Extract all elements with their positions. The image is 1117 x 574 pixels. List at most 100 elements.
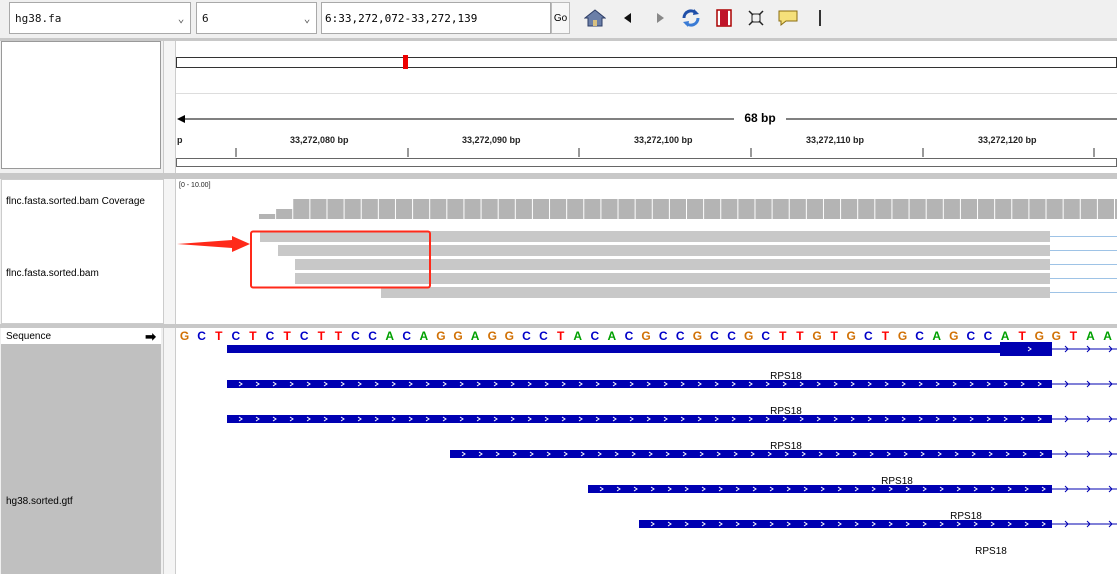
coverage-bar [498, 199, 515, 219]
refresh-icon[interactable] [680, 7, 702, 29]
coverage-bar [618, 199, 635, 219]
ruler-tick-label: 33,272,090 bp [462, 135, 521, 145]
coverage-bar [310, 199, 327, 219]
fit-window-icon[interactable] [745, 7, 767, 29]
chromosome-dropdown[interactable]: 6 ⌄ [196, 2, 317, 34]
ruler-tick-label: 33,272,080 bp [290, 135, 349, 145]
gene-cds [1000, 342, 1052, 356]
coverage-bar [789, 199, 806, 219]
sequence-track-name: Sequence [6, 331, 52, 342]
coverage-bar [687, 199, 704, 219]
coverage-bar [1063, 199, 1080, 219]
coverage-bar [978, 199, 995, 219]
locus-input[interactable]: 6:33,272,072-33,272,139 [321, 2, 551, 34]
popup-text-icon[interactable] [777, 7, 799, 29]
coverage-bar [960, 199, 978, 219]
ruler-tick-label: 33,272,100 bp [634, 135, 693, 145]
attribute-gutter [163, 328, 176, 574]
coverage-bar [635, 199, 652, 219]
current-region-marker [403, 55, 408, 69]
coverage-bar [550, 199, 567, 219]
toolbar: hg38.fa ⌄ 6 ⌄ 6:33,272,072-33,272,139 Go [0, 0, 1117, 38]
coverage-bar [858, 199, 875, 219]
coverage-bar [806, 199, 823, 219]
coverage-bar [875, 199, 892, 219]
gene-exon [227, 380, 1052, 388]
go-button[interactable]: Go [551, 2, 570, 34]
coverage-bar [995, 199, 1012, 219]
chevron-down-icon[interactable]: ⌄ [172, 3, 190, 33]
aligned-read [381, 287, 1050, 298]
coverage-bar [430, 199, 447, 219]
coverage-bar [276, 209, 293, 219]
coverage-bar [943, 199, 960, 219]
attribute-gutter [163, 179, 176, 324]
coverage-bar [532, 199, 550, 219]
coverage-bar [259, 214, 276, 219]
back-icon[interactable] [617, 7, 639, 29]
coverage-bar [378, 199, 395, 219]
gene-exon [588, 485, 1052, 493]
feature-panel: GCTCTCTCTTCCACAGGAGGCCTACACGCCGCCGCTTGTG… [176, 328, 1117, 574]
feature-name-panel: Sequence ➡ hg38.sorted.gtf [1, 328, 161, 574]
annotation-arrow-icon [177, 236, 250, 252]
forward-icon[interactable] [649, 7, 671, 29]
gene-exon [639, 520, 1052, 528]
coverage-bar [447, 199, 464, 219]
coverage-bar [1097, 199, 1114, 219]
gtf-track-name[interactable]: hg38.sorted.gtf [6, 496, 73, 507]
chromosome-ideogram[interactable] [176, 57, 1117, 68]
coverage-track-name[interactable]: flnc.fasta.sorted.bam Coverage [6, 196, 145, 207]
coverage-bar [293, 199, 310, 219]
coverage-bar [1012, 199, 1029, 219]
region-of-interest-icon[interactable] [713, 7, 735, 29]
coverage-bar [892, 199, 909, 219]
coverage-bar [772, 199, 789, 219]
coverage-bar [361, 199, 378, 219]
coverage-bar [1080, 199, 1097, 219]
chevron-down-icon[interactable]: ⌄ [298, 3, 316, 33]
coverage-bar [926, 199, 943, 219]
sequence-track-header[interactable]: Sequence ➡ [1, 328, 161, 344]
annotation-box [250, 230, 431, 289]
coverage-bar [464, 199, 481, 219]
coverage-bar [721, 199, 738, 219]
coverage-bar [413, 199, 430, 219]
locus-value: 6:33,272,072-33,272,139 [325, 12, 478, 25]
annotation-overlay [177, 230, 431, 289]
coverage-bar [327, 199, 344, 219]
coverage-bar [1046, 199, 1063, 219]
coverage-bar [481, 199, 498, 219]
gene-exon [450, 450, 1052, 458]
coverage-bar [704, 199, 721, 219]
gene-exon [227, 415, 1052, 423]
ruler-tick-label: p [177, 135, 183, 145]
coverage-bar [652, 199, 669, 219]
coverage-bar [823, 199, 841, 219]
coverage-bar [601, 199, 618, 219]
gene-exon [227, 345, 1052, 353]
divider [176, 93, 1117, 94]
coverage-bar [1029, 199, 1046, 219]
coverage-bar [567, 199, 584, 219]
coverage-bar [584, 199, 601, 219]
coverage-bar [755, 199, 772, 219]
coverage-track[interactable] [176, 179, 1117, 224]
bam-track-name[interactable]: flnc.fasta.sorted.bam [6, 268, 99, 279]
strand-arrow-icon[interactable]: ➡ [145, 329, 156, 345]
toolbar-divider [819, 10, 821, 26]
coverage-bar [841, 199, 858, 219]
chromosome-value: 6 [202, 12, 209, 25]
coverage-bar [344, 199, 361, 219]
span-label: 68 bp [744, 111, 776, 125]
gene-label: RPS18 [975, 546, 1007, 557]
home-icon[interactable] [584, 7, 606, 29]
data-name-panel: flnc.fasta.sorted.bam Coverage flnc.fast… [1, 179, 164, 324]
genome-dropdown[interactable]: hg38.fa ⌄ [9, 2, 191, 34]
gene-track[interactable]: RPS18RPS18RPS18RPS18RPS18RPS18 [176, 328, 1117, 574]
ruler-panel: 68 bp p 33,272,080 bp 33,272,090 bp 33,2… [176, 41, 1117, 173]
coverage-bar [515, 199, 532, 219]
coverage-bar [669, 199, 686, 219]
header-name-panel [1, 41, 161, 169]
coverage-bar [395, 199, 413, 219]
